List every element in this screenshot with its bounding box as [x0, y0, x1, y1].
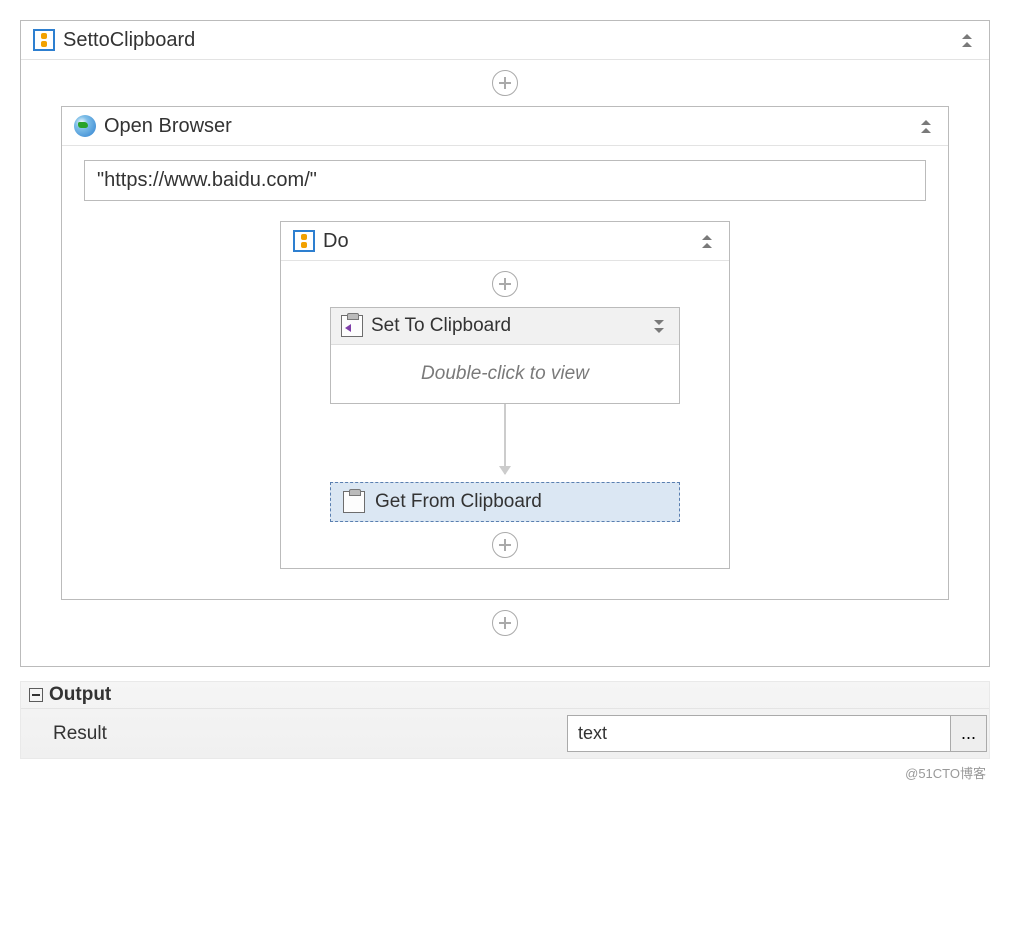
add-activity-button-top[interactable] — [492, 70, 518, 96]
globe-icon — [72, 113, 98, 139]
result-value-input[interactable] — [568, 716, 950, 751]
output-section-header[interactable]: Output — [21, 682, 989, 709]
get-clipboard-title: Get From Clipboard — [367, 491, 669, 513]
url-input[interactable]: "https://www.baidu.com/" — [84, 160, 926, 201]
flow-arrow — [504, 404, 506, 474]
do-title: Do — [317, 230, 695, 253]
open-browser-header[interactable]: Open Browser — [62, 107, 948, 146]
add-activity-button[interactable] — [492, 271, 518, 297]
result-label: Result — [53, 723, 567, 745]
clipboard-set-icon — [339, 313, 365, 339]
chevron-double-up-icon — [921, 120, 931, 133]
collapse-button[interactable] — [955, 28, 979, 52]
sequence-icon — [31, 27, 57, 53]
output-result-row: Result ... — [21, 709, 989, 758]
chevron-double-up-icon — [702, 235, 712, 248]
do-header[interactable]: Do — [281, 222, 729, 261]
sequence-header[interactable]: SettoClipboard — [21, 21, 989, 60]
double-click-hint[interactable]: Double-click to view — [331, 345, 679, 403]
add-activity-button[interactable] — [492, 532, 518, 558]
properties-output-panel: Output Result ... — [20, 681, 990, 759]
set-clipboard-title: Set To Clipboard — [365, 315, 647, 337]
sequence-icon — [291, 228, 317, 254]
do-sequence: Do Set To Clipboard Double-click to view… — [280, 221, 730, 569]
browse-button[interactable]: ... — [950, 716, 986, 751]
set-clipboard-header[interactable]: Set To Clipboard — [331, 308, 679, 345]
expand-button[interactable] — [647, 314, 671, 338]
collapse-button[interactable] — [914, 114, 938, 138]
chevron-double-up-icon — [962, 34, 972, 47]
open-browser-activity: Open Browser "https://www.baidu.com/" Do… — [61, 106, 949, 600]
get-from-clipboard-activity[interactable]: Get From Clipboard — [330, 482, 680, 522]
watermark-text: @51CTO博客 — [20, 763, 990, 782]
sequence-settoclipboard: SettoClipboard Open Browser "https://www… — [20, 20, 990, 667]
chevron-double-down-icon — [654, 320, 664, 333]
collapse-toggle-icon[interactable] — [29, 688, 43, 702]
collapse-button[interactable] — [695, 229, 719, 253]
set-to-clipboard-activity[interactable]: Set To Clipboard Double-click to view — [330, 307, 680, 404]
sequence-title: SettoClipboard — [57, 29, 955, 52]
clipboard-get-icon — [341, 489, 367, 515]
add-activity-button-bottom[interactable] — [492, 610, 518, 636]
output-section-label: Output — [49, 684, 111, 706]
open-browser-title: Open Browser — [98, 115, 914, 138]
